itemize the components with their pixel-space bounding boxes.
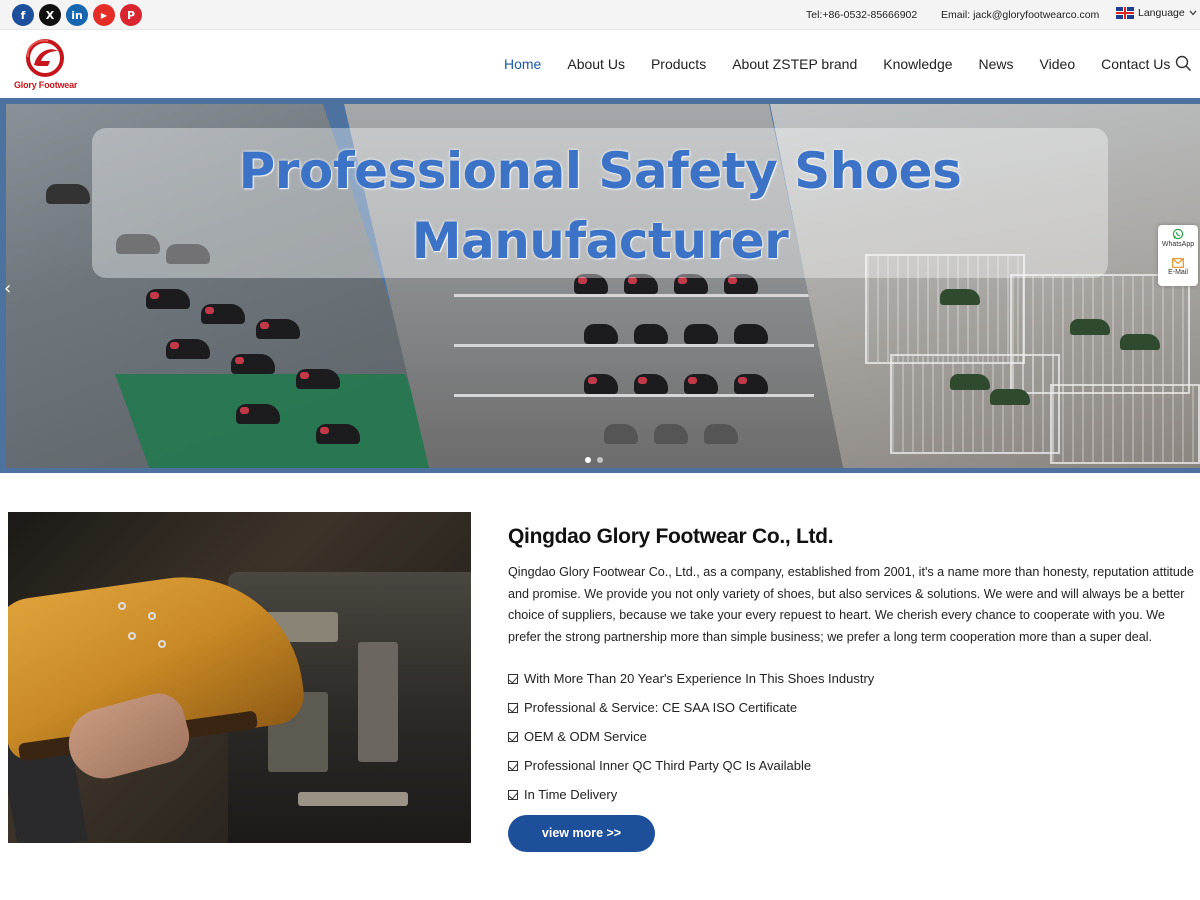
pinterest-icon[interactable]: P bbox=[120, 4, 142, 26]
list-item: In Time Delivery bbox=[508, 780, 874, 809]
feature-text: OEM & ODM Service bbox=[524, 728, 647, 744]
slider-dot[interactable] bbox=[585, 457, 591, 463]
hero-title-line1: Professional Safety Shoes bbox=[238, 142, 962, 200]
checkbox-icon bbox=[508, 673, 518, 684]
floating-contact-widget: WhatsApp E-Mail bbox=[1158, 225, 1198, 286]
slider-dot[interactable] bbox=[597, 457, 603, 463]
feature-list: With More Than 20 Year's Experience In T… bbox=[508, 664, 874, 809]
top-bar: f X in ▶ P Tel:+86-0532-85666902 Email: … bbox=[0, 0, 1200, 30]
hero-title-line2: Manufacturer bbox=[411, 212, 789, 270]
nav-about-us[interactable]: About Us bbox=[567, 56, 625, 72]
feature-text: Professional Inner QC Third Party QC Is … bbox=[524, 757, 812, 773]
x-twitter-icon[interactable]: X bbox=[39, 4, 61, 26]
about-photo-boot-stitching bbox=[8, 512, 471, 843]
email-address[interactable]: Email: jack@gloryfootwearco.com bbox=[941, 9, 1099, 21]
whatsapp-icon bbox=[1172, 228, 1184, 240]
phone-number: Tel:+86-0532-85666902 bbox=[806, 9, 918, 21]
main-nav: Home About Us Products About ZSTEP brand… bbox=[504, 56, 1196, 72]
list-item: Professional & Service: CE SAA ISO Certi… bbox=[508, 693, 874, 722]
uk-flag-icon bbox=[1116, 7, 1134, 19]
checkbox-icon bbox=[508, 731, 518, 742]
language-selector[interactable]: Language bbox=[1116, 7, 1197, 19]
feature-text: Professional & Service: CE SAA ISO Certi… bbox=[524, 699, 798, 715]
email-label: E-Mail bbox=[1168, 269, 1188, 276]
nav-products[interactable]: Products bbox=[651, 56, 706, 72]
company-title: Qingdao Glory Footwear Co., Ltd. bbox=[508, 525, 834, 548]
checkbox-icon bbox=[508, 789, 518, 800]
hero-title-box: Professional Safety Shoes Manufacturer bbox=[92, 128, 1108, 278]
nav-about-zstep[interactable]: About ZSTEP brand bbox=[732, 56, 857, 72]
nav-home[interactable]: Home bbox=[504, 56, 541, 72]
view-more-button[interactable]: view more >> bbox=[508, 815, 655, 852]
language-label: Language bbox=[1138, 7, 1185, 19]
whatsapp-button[interactable]: WhatsApp bbox=[1158, 228, 1198, 248]
list-item: With More Than 20 Year's Experience In T… bbox=[508, 664, 874, 693]
youtube-icon[interactable]: ▶ bbox=[93, 4, 115, 26]
list-item: OEM & ODM Service bbox=[508, 722, 874, 751]
email-button[interactable]: E-Mail bbox=[1158, 258, 1198, 276]
logo-text: Glory Footwear bbox=[14, 80, 78, 90]
checkbox-icon bbox=[508, 760, 518, 771]
chevron-down-icon bbox=[1189, 10, 1197, 16]
slider-prev-arrow-icon[interactable]: ‹ bbox=[4, 278, 11, 299]
slider-dots bbox=[585, 457, 603, 463]
mail-icon bbox=[1172, 258, 1184, 268]
feature-text: In Time Delivery bbox=[524, 786, 618, 802]
checkbox-icon bbox=[508, 702, 518, 713]
hero-banner[interactable]: Professional Safety Shoes Manufacturer ‹ bbox=[0, 98, 1200, 473]
company-description: Qingdao Glory Footwear Co., Ltd., as a c… bbox=[508, 565, 1194, 644]
facebook-icon[interactable]: f bbox=[12, 4, 34, 26]
social-links: f X in ▶ P bbox=[12, 4, 142, 26]
nav-knowledge[interactable]: Knowledge bbox=[883, 56, 952, 72]
site-header: Glory Footwear Home About Us Products Ab… bbox=[0, 30, 1200, 98]
nav-video[interactable]: Video bbox=[1040, 56, 1076, 72]
list-item: Professional Inner QC Third Party QC Is … bbox=[508, 751, 874, 780]
linkedin-icon[interactable]: in bbox=[66, 4, 88, 26]
search-icon[interactable] bbox=[1175, 55, 1192, 72]
nav-contact-us[interactable]: Contact Us bbox=[1101, 56, 1170, 72]
nav-news[interactable]: News bbox=[979, 56, 1014, 72]
whatsapp-label: WhatsApp bbox=[1161, 241, 1195, 248]
feature-text: With More Than 20 Year's Experience In T… bbox=[524, 670, 875, 686]
